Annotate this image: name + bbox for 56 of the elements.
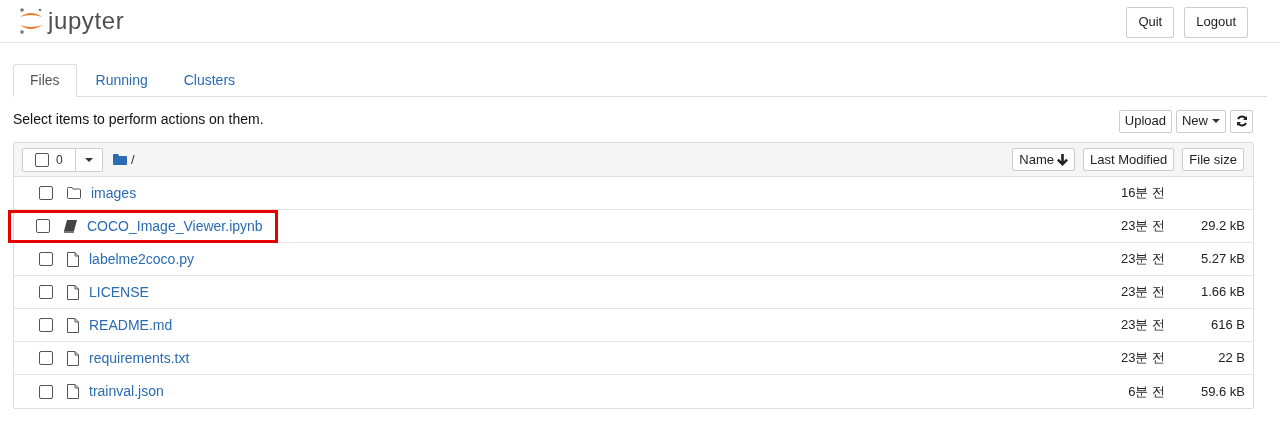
tab[interactable]: Clusters (166, 64, 253, 97)
file-link[interactable]: requirements.txt (89, 347, 190, 369)
modified-time: 16분 전 (1119, 184, 1165, 203)
refresh-icon (1235, 115, 1248, 127)
file-link[interactable]: trainval.json (89, 381, 164, 402)
tab[interactable]: Files (13, 64, 77, 97)
file-size: 5.27 kB (1199, 250, 1245, 269)
file-icon (67, 284, 79, 300)
file-icon (67, 251, 79, 267)
file-size: 22 B (1217, 349, 1245, 368)
checkbox[interactable] (36, 219, 50, 233)
file-size: 616 B (1210, 316, 1245, 335)
file-size: 29.2 kB (1199, 217, 1245, 236)
header-button[interactable]: Quit (1126, 6, 1175, 38)
instruction-text: Select items to perform actions on them. (13, 110, 264, 129)
file-icon (67, 317, 79, 333)
checkbox[interactable] (39, 186, 53, 200)
file-size: 1.66 kB (1199, 283, 1245, 302)
header-button[interactable]: Logout (1184, 6, 1248, 38)
checkbox[interactable] (39, 285, 53, 299)
caret-icon (1212, 119, 1220, 123)
folder-icon (113, 154, 127, 165)
jupyter-logo-icon (18, 7, 44, 35)
sort-button[interactable]: Last Modified (1083, 148, 1175, 171)
file-size: 59.6 kB (1199, 382, 1245, 401)
select-all-control[interactable]: 0 (22, 147, 76, 172)
file-link[interactable]: README.md (89, 314, 173, 336)
modified-time: 23분 전 (1119, 283, 1165, 302)
upload-button[interactable]: Upload (1118, 109, 1172, 133)
checkbox[interactable] (39, 384, 53, 399)
file-link[interactable]: COCO_Image_Viewer.ipynb (87, 215, 263, 237)
caret-icon (85, 157, 93, 162)
folder-icon (67, 187, 81, 199)
file-link[interactable]: LICENSE (89, 281, 149, 303)
file-link[interactable]: labelme2coco.py (89, 248, 195, 270)
checkbox[interactable] (39, 351, 53, 365)
logo-text: jupyter (48, 6, 125, 36)
breadcrumb-link[interactable]: / (131, 149, 135, 170)
tab[interactable]: Running (78, 64, 165, 97)
modified-time: 23분 전 (1119, 316, 1165, 335)
modified-time: 23분 전 (1119, 349, 1165, 368)
file-link[interactable]: images (91, 182, 137, 204)
book-icon (64, 219, 77, 233)
modified-time: 23분 전 (1119, 217, 1165, 236)
file-icon (67, 384, 79, 399)
dropdown-button[interactable] (76, 147, 103, 172)
checkbox[interactable] (39, 318, 53, 332)
modified-time: 23분 전 (1119, 250, 1165, 269)
checkbox[interactable] (39, 252, 53, 266)
refresh-button[interactable] (1230, 109, 1253, 133)
sort-button[interactable]: File size (1182, 148, 1244, 171)
new-button[interactable]: New (1176, 109, 1226, 133)
modified-time: 6분 전 (1127, 382, 1165, 401)
sort-button[interactable]: Name (1012, 148, 1075, 171)
file-icon (67, 350, 79, 366)
down-arrow-icon (1057, 153, 1068, 166)
